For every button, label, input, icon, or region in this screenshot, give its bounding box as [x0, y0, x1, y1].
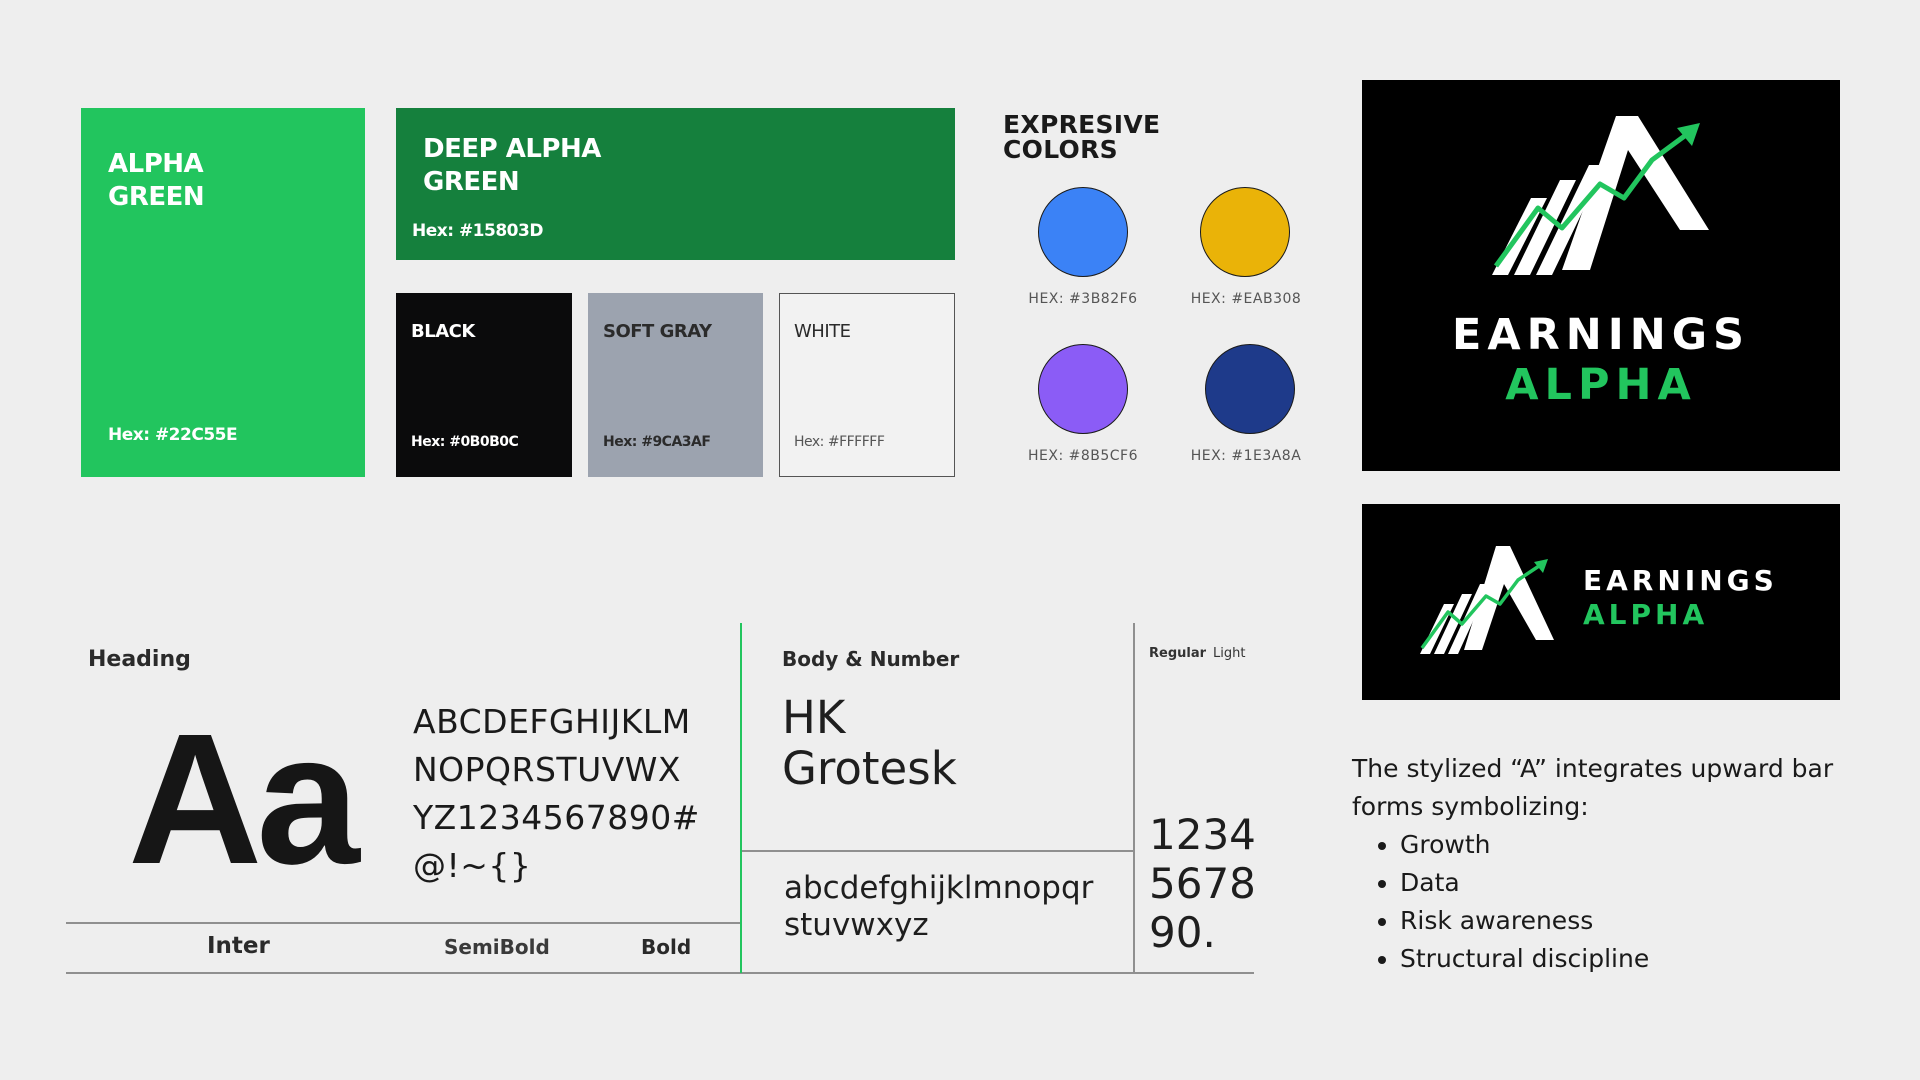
expressive-colors-title: EXPRESIVE COLORS	[1003, 110, 1161, 164]
color-hex-yellow: HEX: #EAB308	[1190, 291, 1302, 307]
divider	[742, 850, 1134, 852]
list-item: Growth	[1400, 826, 1852, 864]
swatch-hex: Hex: #22C55E	[108, 425, 238, 445]
logo-description: The stylized “A” integrates upward bar f…	[1352, 750, 1852, 978]
heading-font-name: Inter	[207, 933, 270, 959]
swatch-name: BLACK	[411, 321, 475, 342]
heading-label: Heading	[88, 647, 191, 672]
logo-mark-icon	[1420, 546, 1554, 654]
swatch-name: DEEP ALPHA GREEN	[423, 134, 601, 197]
logo-word-earnings: EARNINGS	[1583, 564, 1778, 597]
description-text: The stylized “A” integrates upward bar f…	[1352, 754, 1834, 821]
logo-mark-icon	[1492, 116, 1709, 275]
swatch-hex: Hex: #FFFFFF	[794, 434, 885, 450]
swatch-deep-alpha-green: DEEP ALPHA GREEN Hex: #15803D	[396, 108, 955, 260]
list-item: Data	[1400, 864, 1852, 902]
swatch-hex: Hex: #15803D	[412, 221, 543, 241]
divider	[1133, 623, 1135, 973]
swatch-name: WHITE	[794, 321, 851, 342]
description-bullets: Growth Data Risk awareness Structural di…	[1352, 826, 1852, 978]
swatch-hex: Hex: #9CA3AF	[603, 434, 711, 450]
color-hex-navy: HEX: #1E3A8A	[1190, 448, 1302, 464]
weight-semibold: SemiBold	[444, 935, 550, 959]
list-item: Structural discipline	[1400, 940, 1852, 978]
swatch-black: BLACK Hex: #0B0B0C	[396, 293, 572, 477]
divider	[740, 623, 742, 973]
color-dot-blue	[1038, 187, 1128, 277]
heading-glyphs: ABCDEFGHIJKLM NOPQRSTUVWX YZ1234567890# …	[413, 702, 700, 885]
color-dot-yellow	[1200, 187, 1290, 277]
body-lowercase-glyphs: abcdefghijklmnopqr stuvwxyz	[784, 870, 1094, 943]
list-item: Risk awareness	[1400, 902, 1852, 940]
logo-word-alpha: ALPHA	[1583, 598, 1709, 631]
color-hex-purple: HEX: #8B5CF6	[1027, 448, 1138, 464]
color-dot-purple	[1038, 344, 1128, 434]
heading-sample: Aa	[128, 696, 360, 903]
body-font-name: HK Grotesk	[782, 691, 957, 795]
weight-regular: Regular	[1149, 646, 1207, 661]
weight-bold: Bold	[641, 935, 692, 959]
color-hex-blue: HEX: #3B82F6	[1028, 291, 1138, 307]
swatch-name: SOFT GRAY	[603, 321, 712, 342]
divider	[66, 922, 741, 924]
logo-word-alpha: ALPHA	[1505, 360, 1697, 410]
logo-panel-stacked: EARNINGS ALPHA	[1362, 80, 1840, 471]
swatch-soft-gray: SOFT GRAY Hex: #9CA3AF	[588, 293, 763, 477]
logo-panel-horizontal: EARNINGS ALPHA	[1362, 504, 1840, 700]
swatch-alpha-green: ALPHA GREEN Hex: #22C55E	[81, 108, 365, 477]
swatch-name: ALPHA GREEN	[108, 149, 205, 212]
color-dot-navy	[1205, 344, 1295, 434]
logo-word-earnings: EARNINGS	[1451, 310, 1750, 360]
body-label: Body & Number	[782, 647, 960, 671]
weight-light: Light	[1213, 646, 1246, 661]
divider	[66, 972, 1254, 974]
swatch-white: WHITE Hex: #FFFFFF	[779, 293, 955, 477]
swatch-hex: Hex: #0B0B0C	[411, 434, 519, 450]
number-glyphs: 1234 5678 90.	[1149, 810, 1256, 957]
